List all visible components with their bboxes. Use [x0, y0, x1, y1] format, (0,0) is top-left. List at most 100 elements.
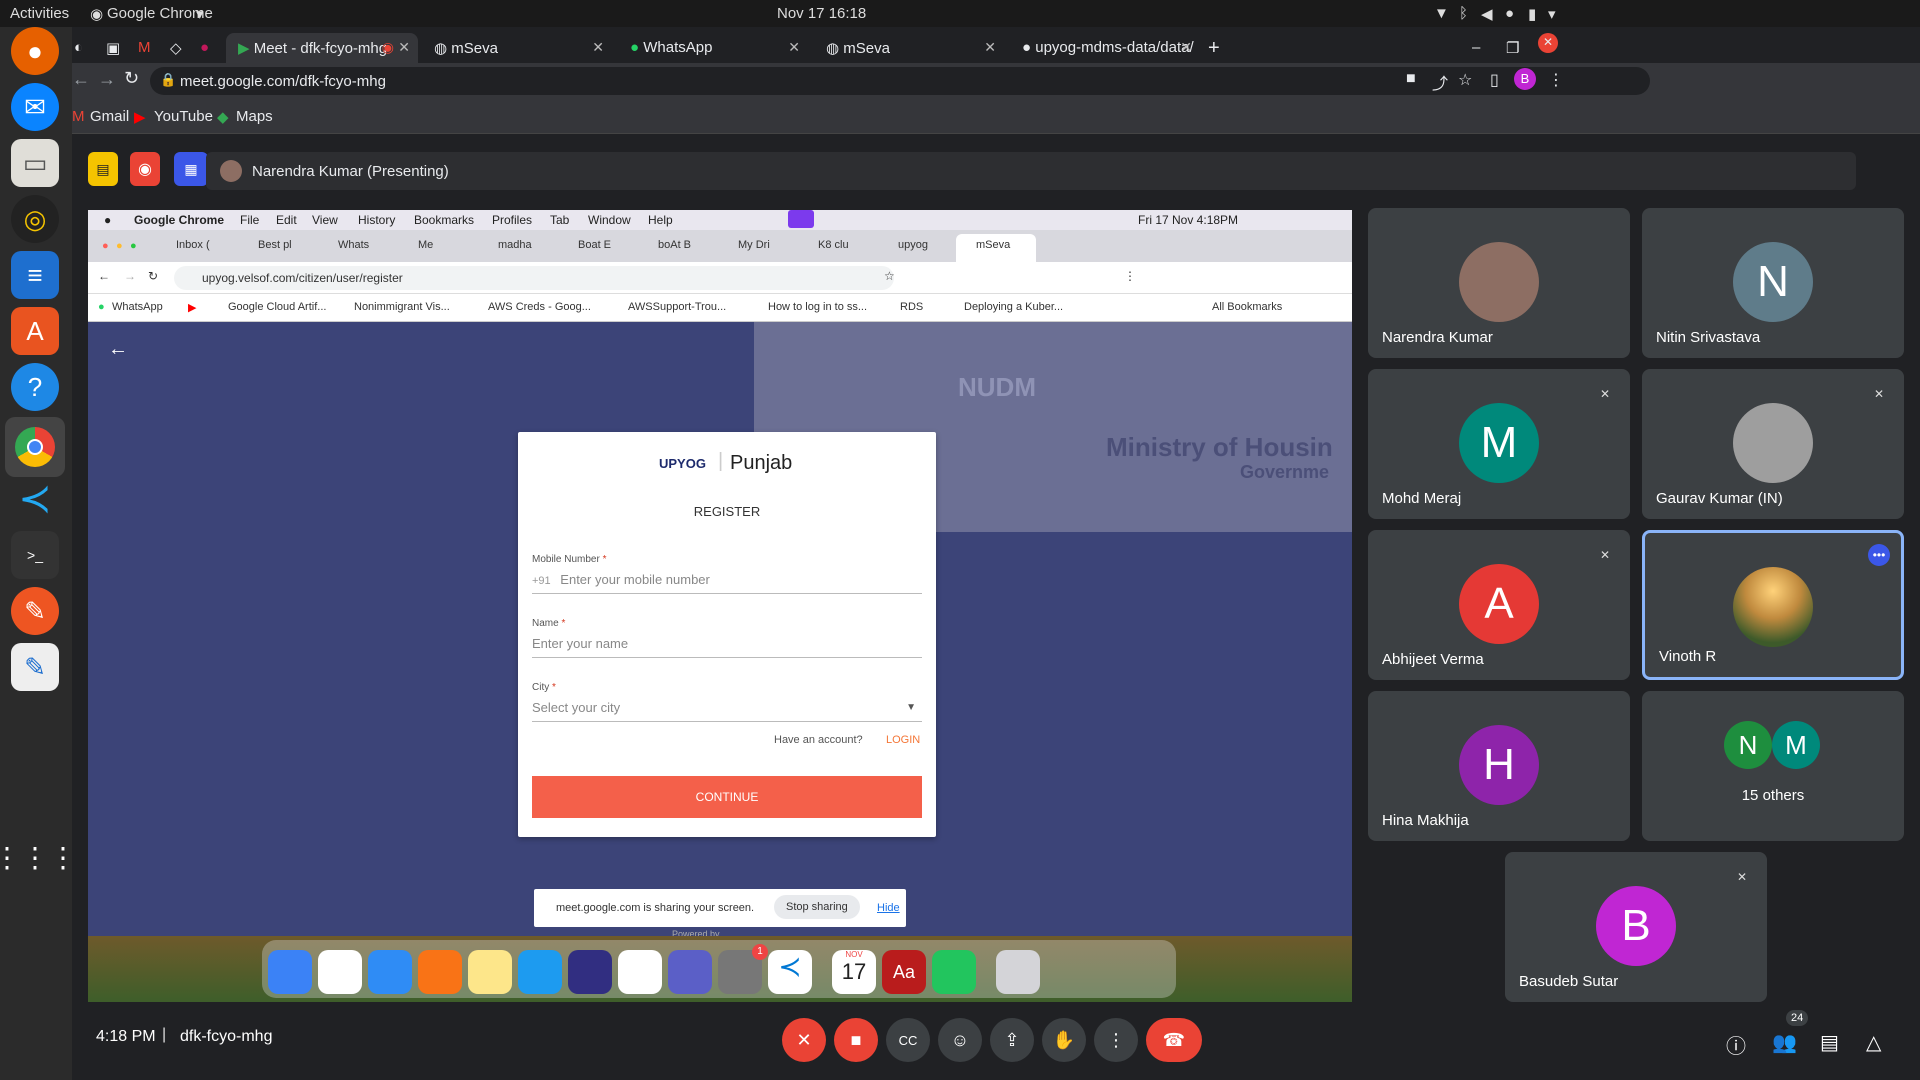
bookmark-gmail[interactable]: Gmail	[90, 108, 129, 125]
continue-button: CONTINUE	[532, 776, 922, 818]
reload-icon[interactable]: ↻	[124, 68, 139, 89]
participant-name: Abhijeet Verma	[1382, 651, 1484, 668]
tab-meet[interactable]: ▶ Meet - dfk-fcyo-mhg ◉ ✕	[226, 33, 418, 63]
info-icon[interactable]: ⓘ	[1726, 1030, 1746, 1059]
tab-mseva-2[interactable]: ◍ mSeva ✕	[814, 33, 1004, 63]
share-icon[interactable]: ⤴	[1432, 70, 1448, 94]
presenter-name: Narendra Kumar (Presenting)	[252, 163, 449, 180]
restore-icon[interactable]: ❐	[1506, 33, 1526, 63]
thunderbird-icon[interactable]: ✉	[11, 83, 59, 131]
power-menu-icon[interactable]: ▾	[1548, 5, 1556, 23]
more-options-button[interactable]: ⋮	[1094, 1018, 1138, 1062]
inkscape-icon[interactable]: ✎	[11, 587, 59, 635]
pinned-tab[interactable]: ◐	[74, 33, 94, 63]
back-icon[interactable]: ←	[72, 69, 90, 90]
mobile-label: Mobile Number *	[532, 554, 607, 565]
apple-icon: ●	[104, 213, 112, 227]
leave-call-button[interactable]: ☎	[1146, 1018, 1202, 1062]
others-tile[interactable]: N M 15 others	[1642, 691, 1904, 841]
terminal-icon[interactable]: >_	[11, 531, 59, 579]
notification-badge: 1	[752, 944, 768, 960]
pinned-tab-gmail[interactable]: M	[138, 33, 158, 63]
participant-tile[interactable]: ✕ M Mohd Meraj	[1368, 369, 1630, 519]
bookmark-youtube[interactable]: YouTube	[154, 108, 213, 125]
activities-icon[interactable]: △	[1866, 1030, 1881, 1055]
shared-bookmark: Google Cloud Artif...	[228, 301, 327, 313]
text-editor-icon[interactable]: ✎	[11, 643, 59, 691]
more-options-icon[interactable]: •••	[1868, 544, 1890, 566]
present-button[interactable]: ⇪	[990, 1018, 1034, 1062]
star-icon[interactable]: ☆	[1458, 70, 1472, 90]
participant-tile[interactable]: ✕ B Basudeb Sutar	[1505, 852, 1767, 1002]
tab-mseva[interactable]: ◍ mSeva ✕	[422, 33, 612, 63]
shared-bookmarks-bar: ● WhatsApp ▶ Google Cloud Artif... Nonim…	[88, 294, 1352, 322]
writer-icon[interactable]: ≡	[11, 251, 59, 299]
mic-off-button[interactable]: ✕	[782, 1018, 826, 1062]
recording-icon[interactable]: ◉	[130, 152, 160, 186]
clock[interactable]: Nov 17 16:18	[777, 5, 866, 22]
minimize-icon[interactable]: –	[1472, 33, 1492, 63]
mac-dock-background: 1 ≺ NOV 17 Aa	[88, 936, 1352, 1002]
address-bar[interactable]: 🔒 meet.google.com/dfk-fcyo-mhg	[150, 67, 1650, 95]
pinned-tab[interactable]: ●	[200, 33, 220, 63]
presenter-banner: Narendra Kumar (Presenting)	[206, 152, 1856, 190]
activity-icon[interactable]: ▦	[174, 152, 208, 186]
new-tab-button[interactable]: +	[1208, 33, 1232, 63]
upyog-logo: UPYOG	[659, 456, 706, 471]
tab-whatsapp[interactable]: ● WhatsApp ✕	[618, 33, 808, 63]
pinned-tab[interactable]: ◇	[170, 33, 190, 63]
files-icon[interactable]: ▭	[11, 139, 59, 187]
help-icon[interactable]: ?	[11, 363, 59, 411]
camera-off-button[interactable]: ■	[834, 1018, 878, 1062]
pinned-tab[interactable]: ▣	[106, 33, 126, 63]
emoji-button[interactable]: ☺	[938, 1018, 982, 1062]
wifi-icon[interactable]: ▼	[1434, 5, 1449, 22]
software-icon[interactable]: A	[11, 307, 59, 355]
mac-dock: 1 ≺ NOV 17 Aa	[262, 940, 1176, 998]
avatar	[1459, 242, 1539, 322]
firefox-icon[interactable]: ●	[11, 27, 59, 75]
captions-button[interactable]: CC	[886, 1018, 930, 1062]
close-tab-icon[interactable]: ✕	[984, 39, 996, 56]
menu-icon[interactable]: ⋮	[1548, 70, 1564, 90]
mac-clock: Fri 17 Nov 4:18PM	[1138, 213, 1239, 227]
forward-icon[interactable]: →	[98, 69, 116, 90]
back-arrow-icon: ←	[108, 338, 128, 360]
whatsapp-icon: ●	[630, 39, 640, 56]
shared-bookmark: AWS Creds - Goog...	[488, 301, 591, 313]
side-panel-icon[interactable]: ▯	[1490, 70, 1499, 90]
raise-hand-button[interactable]: ✋	[1042, 1018, 1086, 1062]
participant-tile-active[interactable]: ••• Vinoth R	[1642, 530, 1904, 680]
participant-tile[interactable]: N Nitin Srivastava	[1642, 208, 1904, 358]
chat-icon[interactable]: ▤	[1820, 1030, 1839, 1055]
stop-presenting-icon[interactable]: ▤	[88, 152, 118, 186]
close-tab-icon[interactable]: ✕	[1180, 39, 1192, 56]
participant-tile[interactable]: ✕ A Abhijeet Verma	[1368, 530, 1630, 680]
participant-tile[interactable]: H Hina Makhija	[1368, 691, 1630, 841]
camera-icon[interactable]: ■	[1406, 70, 1416, 88]
close-window-icon[interactable]: ✕	[1538, 33, 1558, 53]
activities-button[interactable]: Activities	[10, 5, 69, 22]
name-label: Name *	[532, 618, 566, 629]
chrome-icon[interactable]	[5, 417, 65, 477]
close-tab-icon[interactable]: ✕	[398, 39, 410, 56]
vscode-icon[interactable]: ≺	[11, 475, 59, 523]
mic-icon[interactable]: ●	[1505, 5, 1514, 22]
bluetooth-icon[interactable]: ᛒ	[1459, 5, 1468, 22]
country-code: +91	[532, 575, 551, 587]
volume-icon[interactable]: ◀	[1481, 5, 1493, 23]
participant-tile[interactable]: ✕ Gaurav Kumar (IN)	[1642, 369, 1904, 519]
bookmark-maps[interactable]: Maps	[236, 108, 273, 125]
participant-tile[interactable]: Narendra Kumar	[1368, 208, 1630, 358]
mic-off-icon: ✕	[1599, 548, 1611, 562]
battery-icon[interactable]: ▮	[1528, 5, 1536, 23]
profile-avatar[interactable]: B	[1514, 68, 1536, 90]
tab-upyog-mdms[interactable]: ● upyog-mdms-data/data/ ✕	[1010, 33, 1200, 63]
rhythmbox-icon[interactable]: ◎	[11, 195, 59, 243]
mobile-placeholder: Enter your mobile number	[560, 572, 710, 587]
people-icon[interactable]: 👥	[1772, 1030, 1797, 1055]
close-tab-icon[interactable]: ✕	[788, 39, 800, 56]
apps-grid-icon[interactable]: ⋮⋮⋮	[0, 833, 77, 881]
close-tab-icon[interactable]: ✕	[592, 39, 604, 56]
avatar: M	[1772, 721, 1820, 769]
